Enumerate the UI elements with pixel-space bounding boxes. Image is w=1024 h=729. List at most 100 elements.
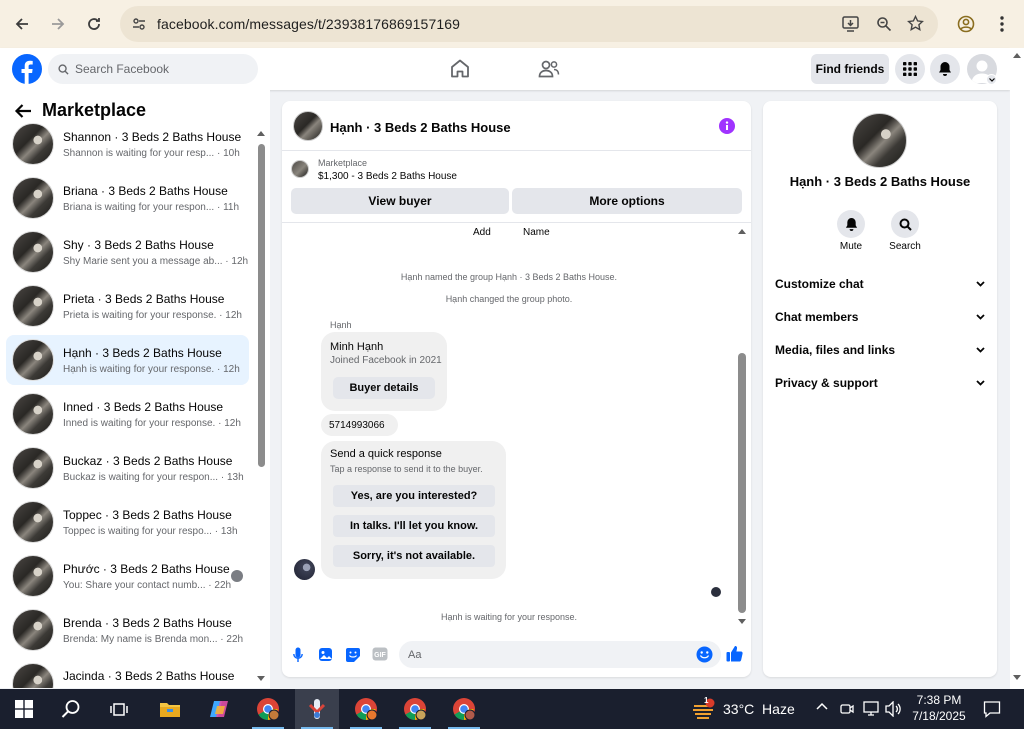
customize-chat-section[interactable]: Customize chat (775, 277, 985, 291)
chat-scrollbar-thumb[interactable] (738, 353, 746, 613)
copilot-icon[interactable] (197, 689, 241, 729)
chat-scrollbar[interactable] (737, 228, 747, 628)
chrome-icon[interactable] (344, 689, 388, 729)
list-item[interactable]: Brenda · 3 Beds 2 Baths House Brenda: My … (6, 605, 249, 655)
chevron-up-icon[interactable] (816, 702, 828, 710)
chrome-icon[interactable] (246, 689, 290, 729)
chrome-icon[interactable] (393, 689, 437, 729)
buyer-joined: Joined Facebook in 2021 (330, 355, 442, 366)
chat-title[interactable]: Hạnh · 3 Beds 2 Baths House (330, 120, 511, 135)
buyer-details-button[interactable]: Buyer details (333, 377, 435, 399)
privacy-support-section[interactable]: Privacy & support (775, 376, 985, 390)
item-preview: Shy Marie sent you a message ab... · 12h (63, 255, 249, 267)
group-photo (852, 113, 907, 168)
item-name: Shannon · 3 Beds 2 Baths House (63, 129, 242, 144)
back-arrow-icon[interactable] (14, 103, 32, 119)
windows-start-icon[interactable] (2, 689, 46, 729)
list-item[interactable]: Briana · 3 Beds 2 Baths House Briana is w… (6, 173, 249, 223)
weather-badge: 1 (704, 696, 709, 705)
quick-response-subtitle: Tap a response to send it to the buyer. (330, 464, 483, 474)
site-settings-icon[interactable] (132, 17, 146, 31)
reload-icon[interactable] (78, 8, 110, 40)
clock-time[interactable]: 7:38 PM (908, 693, 970, 707)
notifications-bell-icon[interactable] (930, 54, 960, 84)
pinned-app-icon[interactable] (295, 689, 339, 729)
friends-icon[interactable] (538, 60, 560, 78)
list-item[interactable]: Toppec · 3 Beds 2 Baths House Toppec is w… (6, 497, 249, 547)
list-item[interactable]: Jacinda · 3 Beds 2 Baths House (6, 659, 249, 688)
quick-response-title: Send a quick response (330, 448, 442, 460)
taskbar-search-icon[interactable] (49, 689, 93, 729)
svg-text:GIF: GIF (374, 652, 386, 659)
network-icon[interactable] (862, 701, 880, 717)
listing-avatar (12, 339, 54, 381)
search-label[interactable]: Search (885, 241, 925, 252)
list-item[interactable]: Shannon · 3 Beds 2 Baths House Shannon is… (6, 119, 249, 169)
chrome-icon[interactable] (442, 689, 486, 729)
weather-text[interactable]: 33°C Haze (723, 701, 795, 717)
volume-icon[interactable] (885, 701, 903, 717)
listing-avatar (12, 663, 54, 688)
media-files-section[interactable]: Media, files and links (775, 343, 985, 357)
chat-members-section[interactable]: Chat members (775, 310, 985, 324)
menu-grid-icon[interactable] (895, 54, 925, 84)
forward-icon[interactable] (42, 8, 74, 40)
browser-menu-icon[interactable] (986, 8, 1018, 40)
item-name: Brenda · 3 Beds 2 Baths House (63, 615, 232, 630)
list-item[interactable]: Buckaz · 3 Beds 2 Baths House Buckaz is w… (6, 443, 249, 493)
more-options-button[interactable]: More options (512, 188, 742, 214)
mute-bell-icon[interactable] (837, 210, 865, 238)
item-name: Shy · 3 Beds 2 Baths House (63, 237, 214, 252)
file-explorer-icon[interactable] (148, 689, 192, 729)
listing-avatar (12, 231, 54, 273)
zoom-icon[interactable] (876, 16, 892, 32)
listing-avatar (12, 447, 54, 489)
task-view-icon[interactable] (97, 689, 141, 729)
waiting-status: Hạnh is waiting for your response. (440, 612, 578, 622)
clock-date[interactable]: 7/18/2025 (908, 709, 970, 723)
listing-avatar (12, 393, 54, 435)
list-item[interactable]: Shy · 3 Beds 2 Baths House Shy Marie sent… (6, 227, 249, 277)
quick-reply-button[interactable]: In talks. I'll let you know. (333, 515, 495, 537)
bookmark-star-icon[interactable] (907, 15, 924, 32)
photo-icon[interactable] (318, 647, 333, 662)
like-thumb-icon[interactable] (726, 645, 743, 662)
find-friends-button[interactable]: Find friends (811, 54, 889, 84)
list-scrollbar-thumb[interactable] (258, 144, 265, 467)
browser-toolbar: facebook.com/messages/t/2393817686915716… (0, 0, 1024, 48)
notification-center-icon[interactable] (983, 700, 1001, 718)
list-item[interactable]: Phước · 3 Beds 2 Baths House You: Share y… (6, 551, 249, 601)
view-buyer-button[interactable]: View buyer (291, 188, 509, 214)
info-icon[interactable] (719, 118, 735, 134)
quick-reply-button[interactable]: Sorry, it's not available. (333, 545, 495, 567)
install-app-icon[interactable] (842, 16, 859, 32)
chevron-down-icon[interactable] (986, 74, 997, 85)
list-item[interactable]: Inned · 3 Beds 2 Baths House Inned is wai… (6, 389, 249, 439)
meet-now-icon[interactable] (840, 701, 854, 717)
gif-icon[interactable]: GIF (372, 647, 388, 661)
section-label: Customize chat (775, 277, 864, 291)
list-item[interactable]: Prieta · 3 Beds 2 Baths House Prieta is w… (6, 281, 249, 331)
list-item-selected[interactable]: Hạnh · 3 Beds 2 Baths House Hạnh is waiti… (6, 335, 249, 385)
chat-avatar[interactable] (293, 111, 323, 141)
listing-avatar (12, 285, 54, 327)
list-scrollbar[interactable] (256, 130, 266, 685)
listing-price-title[interactable]: $1,300 - 3 Beds 2 Baths House (318, 171, 457, 182)
profile-icon[interactable] (950, 8, 982, 40)
seen-avatar (231, 570, 243, 582)
mute-label[interactable]: Mute (831, 241, 871, 252)
facebook-logo-icon[interactable] (12, 54, 42, 84)
emoji-icon[interactable] (696, 646, 713, 663)
name-label: Name (523, 227, 550, 238)
page-scrollbar[interactable] (1010, 48, 1024, 689)
microphone-icon[interactable] (293, 647, 303, 663)
home-icon[interactable] (450, 59, 470, 78)
message-input[interactable]: Aa (399, 641, 721, 668)
quick-reply-button[interactable]: Yes, are you interested? (333, 485, 495, 507)
address-bar[interactable]: facebook.com/messages/t/2393817686915716… (120, 6, 938, 42)
search-input[interactable]: Search Facebook (48, 54, 258, 84)
back-icon[interactable] (6, 8, 38, 40)
sticker-icon[interactable] (345, 647, 361, 663)
search-chat-icon[interactable] (891, 210, 919, 238)
sender-avatar (294, 559, 315, 580)
